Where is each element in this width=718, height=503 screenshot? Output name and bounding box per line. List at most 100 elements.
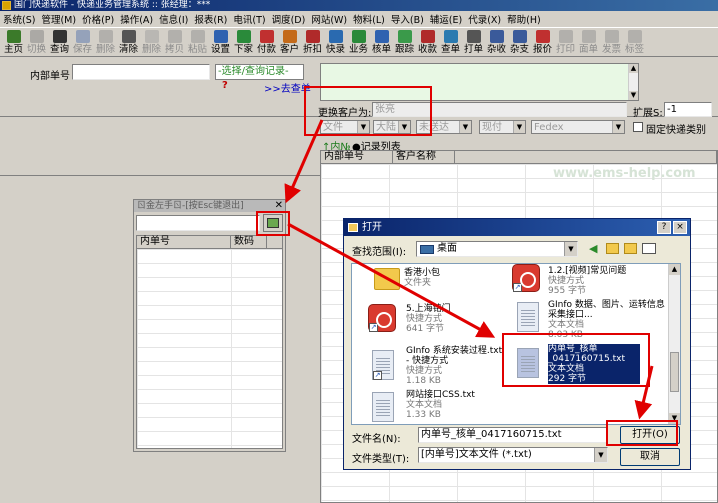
menu-item[interactable]: 导入(B) (391, 12, 424, 26)
toolbar-button-label: 粘贴 (187, 44, 207, 55)
toolbar-button[interactable]: 保存 (71, 28, 94, 57)
up-folder-icon[interactable] (606, 243, 619, 254)
toolbar-button[interactable]: 报价 (531, 28, 554, 57)
discount-icon (305, 30, 320, 43)
toolbar-button-label: 标签 (624, 44, 644, 55)
toolbar-button[interactable]: 打单 (462, 28, 485, 57)
toolbar-button-label: 保存 (72, 44, 92, 55)
new-folder-icon[interactable] (624, 243, 637, 254)
toolbar-button[interactable]: 快录 (324, 28, 347, 57)
toolbar-button[interactable]: 查单 (439, 28, 462, 57)
menu-item[interactable]: 帮助(H) (507, 12, 541, 26)
toolbar-button[interactable]: 业务 (347, 28, 370, 57)
menu-item[interactable]: 电讯(T) (233, 12, 265, 26)
quote-icon (535, 30, 550, 43)
customer-icon (282, 30, 297, 43)
dialog-title: 打开 (362, 222, 382, 233)
toolbar-button-label: 设置 (210, 44, 230, 55)
toolbar-button[interactable]: 下家 (232, 28, 255, 57)
waybill-icon (581, 30, 596, 43)
expand-input[interactable]: -1 (664, 102, 712, 117)
scan-header-code[interactable]: 数码 (231, 236, 267, 249)
toolbar-button[interactable]: 清除 (117, 28, 140, 57)
file-item[interactable]: 5.上海铭门 快捷方式 641 字节 (406, 304, 451, 334)
toolbar-button[interactable]: 发票 (600, 28, 623, 57)
cancel-button[interactable]: 取消 (620, 448, 680, 466)
window-title: 国门快递软件 - 快递业务管理系统 :: 张经理：*** (14, 0, 211, 10)
toolbar-button-label: 删除 (95, 44, 115, 55)
file-item[interactable]: 1.2.[视频]常见问题 快捷方式 955 字节 (548, 266, 626, 296)
toolbar-button-label: 查询 (49, 44, 69, 55)
help-question-mark[interactable]: ? (222, 80, 228, 91)
toolbar-button[interactable]: 查询 (48, 28, 71, 57)
switch-icon (29, 30, 44, 43)
app-icon (2, 1, 11, 10)
quick-entry-icon (328, 30, 343, 43)
scroll-up-icon[interactable]: ▲ (629, 64, 638, 73)
toolbar-button[interactable]: 标签 (623, 28, 646, 57)
toolbar-button-label: 快录 (325, 44, 345, 55)
filetype-select[interactable]: [内单号]文本文件 (*.txt) ▼ (418, 447, 608, 463)
file-item[interactable]: 网站接口CSS.txt 文本文档 1.33 KB (406, 390, 475, 420)
toolbar-button-label: 报价 (532, 44, 552, 55)
toolbar-button[interactable]: 杂支 (508, 28, 531, 57)
scan-list[interactable]: 内单号 数码 (136, 235, 283, 449)
view-menu-icon[interactable] (642, 243, 656, 254)
scroll-up-icon[interactable]: ▲ (669, 264, 680, 275)
toolbar-button[interactable]: 付款 (255, 28, 278, 57)
toolbar-button-label: 付款 (256, 44, 276, 55)
back-icon[interactable]: ◀ (589, 242, 597, 255)
menu-item[interactable]: 价格(P) (82, 12, 114, 26)
menu-item[interactable]: 调度(D) (272, 12, 306, 26)
toolbar-button[interactable]: 拷贝 (163, 28, 186, 57)
notes-scrollbar[interactable]: ▲ ▼ (628, 64, 638, 100)
toolbar-button[interactable]: 客户 (278, 28, 301, 57)
toolbar-button[interactable]: 面单 (577, 28, 600, 57)
menu-item[interactable]: 信息(I) (159, 12, 188, 26)
check-order-icon (374, 30, 389, 43)
grid-header-customer[interactable]: 客户名称 (393, 151, 455, 164)
scan-header-internal-no[interactable]: 内单号 (137, 236, 231, 249)
menu-item[interactable]: 物料(L) (353, 12, 385, 26)
select-query-box[interactable]: -选择/查询记录- (215, 64, 304, 80)
grid-header-blank (455, 151, 717, 164)
toolbar-button[interactable]: 杂收 (485, 28, 508, 57)
toolbar-button[interactable]: 删除 (94, 28, 117, 57)
grid-header-internal-no[interactable]: 内部单号 (321, 151, 393, 164)
scroll-down-icon[interactable]: ▼ (629, 91, 638, 100)
scroll-thumb[interactable] (670, 352, 679, 392)
look-in-select[interactable]: 桌面 ▼ (416, 241, 578, 257)
payment-select[interactable]: 现付 ▼ (479, 120, 526, 134)
select-query-link[interactable]: -选择/查询记录- (218, 66, 289, 77)
menu-item[interactable]: 报表(R) (194, 12, 227, 26)
toolbar-button[interactable]: 核单 (370, 28, 393, 57)
toolbar-button[interactable]: 删除 (140, 28, 163, 57)
menu-item[interactable]: 操作(A) (120, 12, 153, 26)
file-item[interactable]: 香港小包 文件夹 (404, 268, 440, 288)
menu-item[interactable]: 网站(W) (311, 12, 347, 26)
help-button[interactable]: ? (657, 221, 671, 234)
internal-no-input[interactable] (72, 64, 210, 80)
scan-input[interactable] (136, 215, 260, 231)
chevron-down-icon: ▼ (612, 121, 624, 133)
toolbar-button[interactable]: 折扣 (301, 28, 324, 57)
menu-item[interactable]: 系统(S) (3, 12, 35, 26)
toolbar-button[interactable]: 打印 (554, 28, 577, 57)
filename-input[interactable]: 内单号_核单_0417160715.txt (418, 427, 608, 443)
toolbar-button[interactable]: 粘贴 (186, 28, 209, 57)
toolbar-button[interactable]: 收款 (416, 28, 439, 57)
toolbar-button[interactable]: 设置 (209, 28, 232, 57)
menu-item[interactable]: 管理(M) (41, 12, 76, 26)
fixed-category-checkbox[interactable] (633, 122, 643, 132)
toolbar-button[interactable]: 主页 (2, 28, 25, 57)
desktop-icon (420, 245, 434, 254)
carrier-select[interactable]: Fedex ▼ (531, 120, 625, 134)
menu-item[interactable]: 辅运(E) (430, 12, 462, 26)
close-button[interactable]: × (673, 221, 687, 234)
text-document-icon: ↗ (372, 350, 394, 380)
file-list-scrollbar[interactable]: ▲ ▼ (668, 264, 680, 424)
menu-item[interactable]: 代录(X) (468, 12, 501, 26)
file-item[interactable]: GInfo 系统安装过程.txt - 快捷方式 快捷方式 1.18 KB (406, 346, 506, 386)
toolbar-button[interactable]: 切换 (25, 28, 48, 57)
toolbar-button[interactable]: 跟踪 (393, 28, 416, 57)
